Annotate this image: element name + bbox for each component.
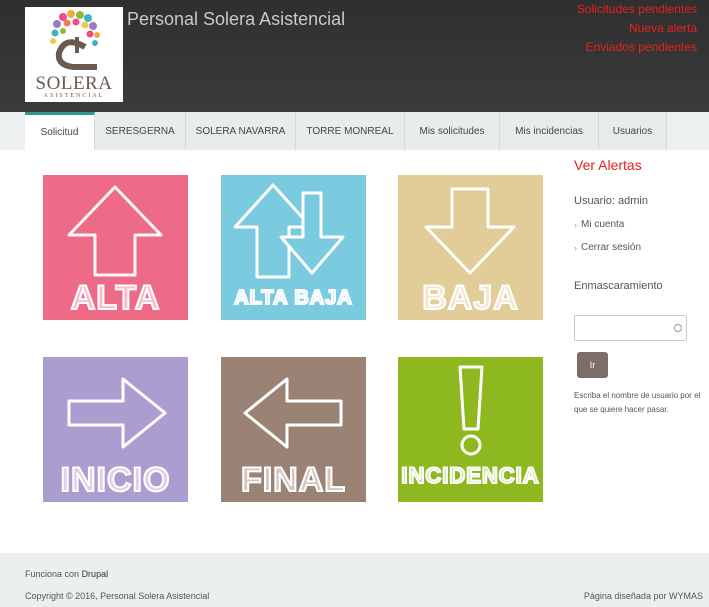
tab-mis-solicitudes[interactable]: Mis solicitudes xyxy=(405,112,500,150)
alerts-links: Solicitudes pendientes Nueva alerta Envi… xyxy=(577,0,697,57)
designed-by: Página diseñada por WYMAS xyxy=(584,591,703,601)
tile-label-inicio: INICIO xyxy=(60,460,171,500)
drupal-link[interactable]: Drupal xyxy=(82,569,109,579)
design-prefix: Página diseñada por xyxy=(583,591,667,601)
tile-label-baja: BAJA xyxy=(421,278,519,318)
site-name[interactable]: Personal Solera Asistencial xyxy=(127,9,345,30)
link-cerrar-sesion-label: Cerrar sesión xyxy=(581,242,642,253)
masquerade-help: Escriba el nombre de usuario por el que … xyxy=(574,391,701,414)
tab-solicitud[interactable]: Solicitud xyxy=(25,112,95,150)
tab-usuarios[interactable]: Usuarios xyxy=(599,112,667,150)
tile-inicio[interactable]: INICIO xyxy=(43,357,188,502)
link-enviados-pendientes[interactable]: Enviados pendientes xyxy=(577,38,697,57)
tile-label-incidencia: INCIDENCIA xyxy=(400,462,540,489)
tile-baja[interactable]: BAJA xyxy=(398,175,543,320)
sidebar-title[interactable]: Ver Alertas xyxy=(574,157,704,173)
tile-label-alta: ALTA xyxy=(70,278,161,318)
sidebar: Ver Alertas Usuario: admin › Mi cuenta ›… xyxy=(574,157,704,414)
link-cerrar-sesion[interactable]: › Cerrar sesión xyxy=(574,242,704,253)
tab-solera-navarra[interactable]: SOLERA NAVARRA xyxy=(186,112,296,150)
site-header: SOLERA ASISTENCIAL Personal Solera Asist… xyxy=(0,0,709,112)
autocomplete-throbber-icon xyxy=(674,324,682,332)
sidebar-user: Usuario: admin xyxy=(574,195,648,207)
wymas-link[interactable]: WYMAS xyxy=(669,591,703,601)
powered-prefix: Funciona con xyxy=(25,569,80,579)
tile-label-final: FINAL xyxy=(240,460,347,500)
tile-final[interactable]: FINAL xyxy=(221,357,366,502)
copyright: Copyright © 2016, Personal Solera Asiste… xyxy=(25,591,210,601)
tile-label-alta-baja: ALTA BAJA xyxy=(233,286,353,310)
site-footer: Funciona con Drupal Copyright © 2016, Pe… xyxy=(0,553,709,607)
masquerade-input[interactable] xyxy=(574,315,687,341)
go-button[interactable]: Ir xyxy=(577,352,608,378)
link-mi-cuenta[interactable]: › Mi cuenta xyxy=(574,219,704,230)
tab-seresgerna[interactable]: SERESGERNA xyxy=(95,112,186,150)
tab-torre-monreal[interactable]: TORRE MONREAL xyxy=(296,112,405,150)
tile-alta-baja[interactable]: ALTA BAJA xyxy=(221,175,366,320)
logo-wordmark: SOLERA xyxy=(35,73,113,94)
main-nav: Solicitud SERESGERNA SOLERA NAVARRA TORR… xyxy=(25,112,667,150)
link-nueva-alerta[interactable]: Nueva alerta xyxy=(577,19,697,38)
tile-incidencia[interactable]: INCIDENCIA xyxy=(398,357,543,502)
link-solicitudes-pendientes[interactable]: Solicitudes pendientes xyxy=(577,0,697,19)
link-mi-cuenta-label: Mi cuenta xyxy=(581,219,625,230)
chevron-right-icon: › xyxy=(574,242,577,253)
chevron-right-icon: › xyxy=(574,219,577,230)
powered-by: Funciona con Drupal xyxy=(25,569,108,579)
site-logo[interactable]: SOLERA ASISTENCIAL xyxy=(25,7,123,102)
masquerade-title: Enmascaramiento xyxy=(574,280,663,292)
tile-alta[interactable]: ALTA xyxy=(43,175,188,320)
logo-subtitle: ASISTENCIAL xyxy=(43,93,105,99)
tab-mis-incidencias[interactable]: Mis incidencias xyxy=(500,112,599,150)
